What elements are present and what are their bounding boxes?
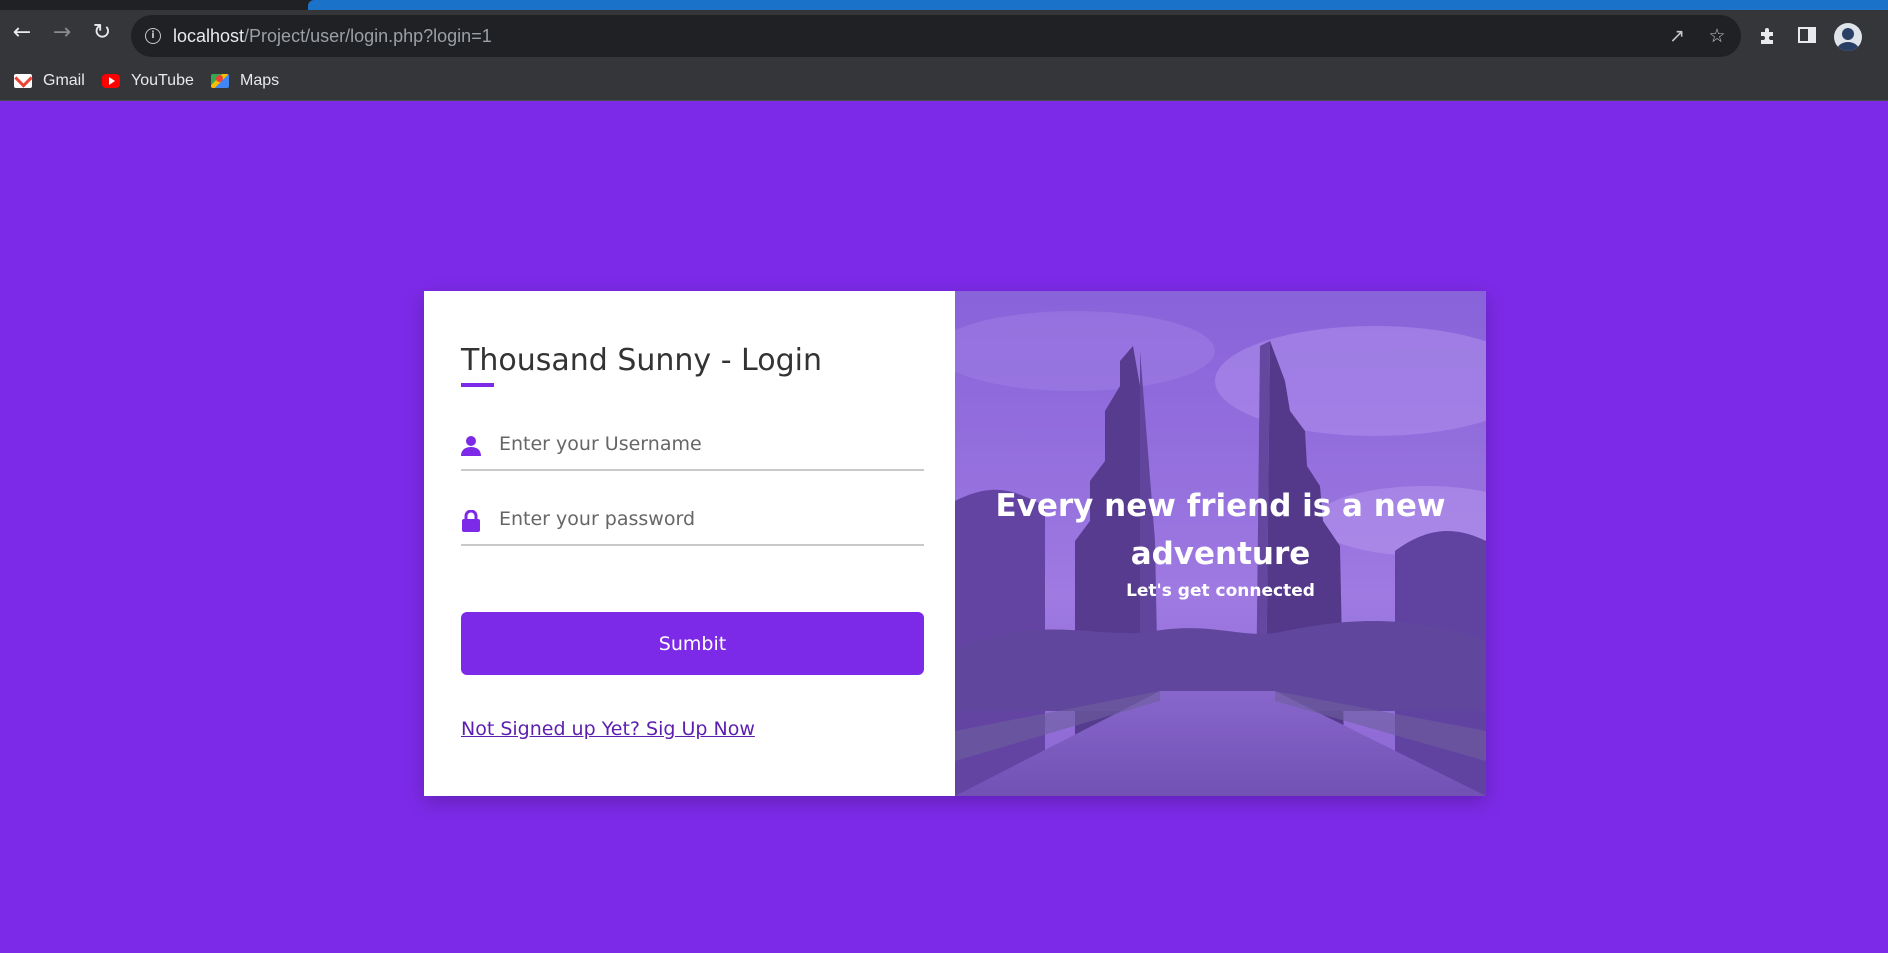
forward-arrow-icon[interactable]: → — [51, 22, 73, 44]
title-underline — [461, 383, 494, 387]
bookmark-label: Maps — [240, 72, 280, 89]
user-icon — [461, 436, 481, 456]
url-host: localhost — [173, 26, 245, 46]
banner-image: Every new friend is a new adventure Let'… — [955, 291, 1486, 796]
extensions-puzzle-icon[interactable] — [1756, 25, 1780, 49]
password-input[interactable] — [499, 501, 919, 537]
username-field — [461, 421, 924, 471]
signup-link[interactable]: Not Signed up Yet? Sig Up Now — [461, 718, 755, 740]
bookmark-star-icon[interactable]: ☆ — [1706, 25, 1728, 47]
side-panel-icon[interactable] — [1795, 25, 1819, 49]
bookmark-gmail[interactable]: Gmail — [14, 70, 85, 92]
login-card: Thousand Sunny - Login Sumbit Not Signed… — [424, 291, 1486, 796]
bookmark-youtube[interactable]: YouTube — [102, 70, 194, 92]
lock-icon — [462, 510, 480, 532]
browser-toolbar: ← → ↻ i localhost/Project/user/login.php… — [0, 10, 1888, 62]
page-title: Thousand Sunny - Login — [461, 343, 822, 378]
youtube-icon — [102, 74, 120, 88]
address-bar[interactable]: i localhost/Project/user/login.php?login… — [131, 15, 1741, 57]
browser-chrome: ← → ↻ i localhost/Project/user/login.php… — [0, 0, 1888, 101]
login-form: Thousand Sunny - Login Sumbit Not Signed… — [424, 291, 955, 796]
url-text[interactable]: localhost/Project/user/login.php?login=1 — [173, 26, 492, 47]
bookmark-maps[interactable]: Maps — [211, 70, 279, 92]
submit-button[interactable]: Sumbit — [461, 612, 924, 675]
back-arrow-icon[interactable]: ← — [11, 22, 33, 44]
banner-overlay: Every new friend is a new adventure Let'… — [955, 291, 1486, 796]
reload-icon[interactable]: ↻ — [91, 22, 113, 44]
banner-subline: Let's get connected — [1126, 581, 1315, 601]
bookmark-label: Gmail — [43, 72, 85, 89]
site-info-icon[interactable]: i — [145, 28, 161, 44]
profile-avatar[interactable] — [1834, 23, 1862, 51]
maps-icon — [211, 74, 229, 88]
active-tab-edge[interactable] — [308, 0, 1888, 10]
share-icon[interactable]: ↗ — [1666, 25, 1688, 47]
gmail-icon — [14, 74, 32, 88]
banner-headline: Every new friend is a new adventure — [995, 488, 1446, 572]
kebab-menu-icon[interactable]: ⋮ — [1880, 26, 1888, 50]
password-field — [461, 496, 924, 546]
username-input[interactable] — [499, 426, 919, 462]
bookmarks-bar: Gmail YouTube Maps — [0, 62, 1888, 101]
url-path: /Project/user/login.php?login=1 — [244, 26, 492, 46]
bookmark-label: YouTube — [131, 72, 194, 89]
tab-strip — [0, 0, 1888, 10]
